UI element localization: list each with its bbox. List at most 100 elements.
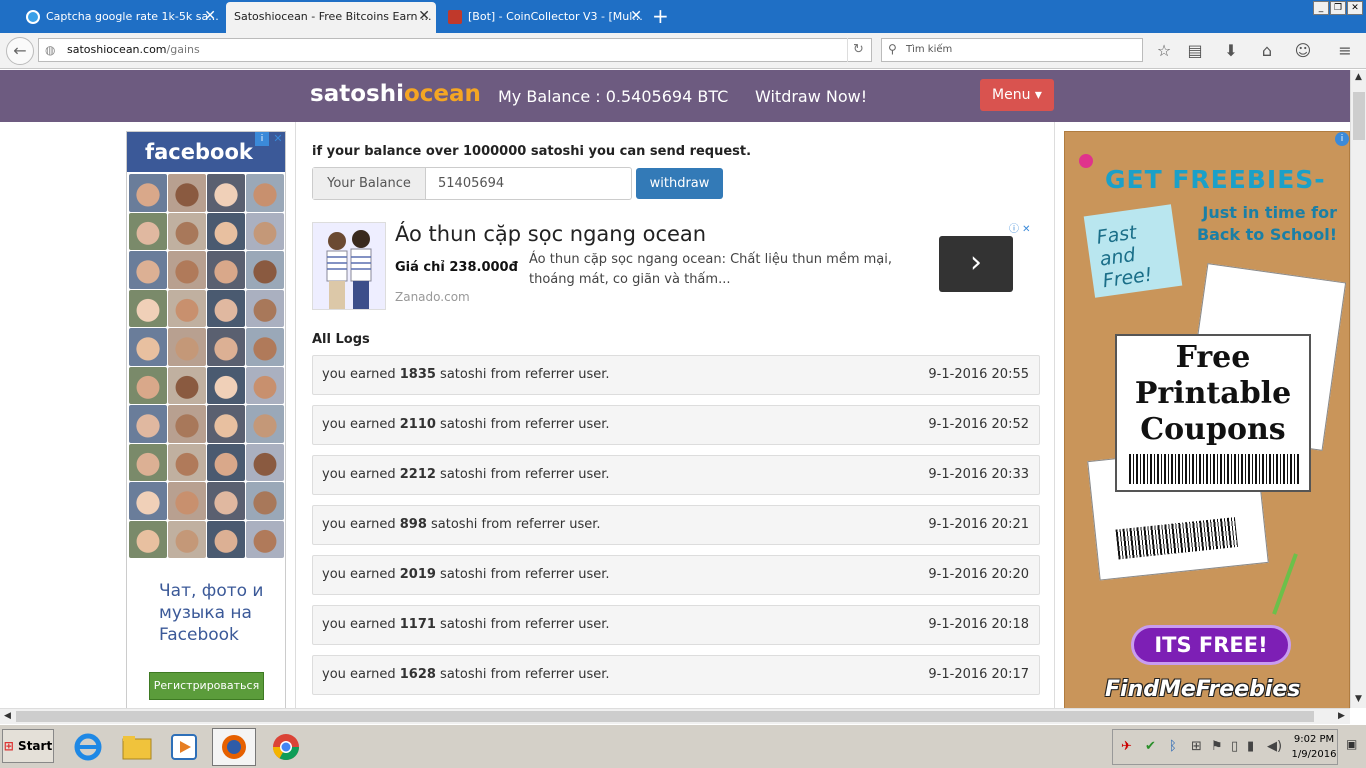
earned-amount: 898 [399,517,427,532]
profile-photo [168,328,206,366]
profile-photo [168,405,206,443]
download-icon[interactable]: ⬇ [1220,40,1242,62]
ad-info-icon[interactable]: i [1335,132,1349,146]
network-icon[interactable]: ⊞ [1191,739,1202,754]
chat-icon[interactable]: ☺ [1292,40,1314,62]
log-time: 9-1-2016 20:33 [928,467,1029,482]
profile-photo [168,251,206,289]
device-icon[interactable]: ▯ [1231,739,1238,754]
profile-photo [207,251,245,289]
profile-photo [207,482,245,520]
profile-photo [246,482,284,520]
restore-icon[interactable]: ❐ [1330,1,1346,15]
skype-icon [26,10,40,24]
file-explorer-icon[interactable] [115,728,159,766]
new-tab-icon[interactable]: + [652,4,669,28]
vertical-scroll-thumb[interactable] [1353,92,1365,140]
profile-photo [168,174,206,212]
ad-subline: Just in time for Back to School! [1196,203,1337,244]
minimize-icon[interactable]: _ [1313,1,1329,15]
log-row: you earned 2110 satoshi from referrer us… [312,405,1040,445]
ad-price: Giá chỉ 238.000đ [395,260,518,275]
log-row: you earned 1628 satoshi from referrer us… [312,655,1040,695]
profile-photo [246,405,284,443]
product-ad-banner[interactable]: Áo thun cặp sọc ngang ocean Giá chỉ 238.… [312,220,1040,312]
horizontal-scroll-thumb[interactable] [16,711,1314,722]
withdraw-now-link[interactable]: Witdraw Now! [755,87,867,106]
profile-photo [168,212,206,250]
back-icon[interactable]: ← [6,37,34,65]
profile-photo [207,328,245,366]
horizontal-scrollbar[interactable]: ◀ ▶ [0,708,1350,724]
close-tab-icon[interactable]: ✕ [630,3,642,30]
pencil-icon [1272,553,1298,615]
freebies-ad[interactable]: i GET FREEBIES- Just in time for Back to… [1064,131,1350,708]
adchoices-icon[interactable]: ⓘ ✕ [1009,220,1037,235]
check-icon[interactable]: ✔ [1145,739,1156,754]
log-time: 9-1-2016 20:17 [928,667,1029,682]
close-tab-icon[interactable]: ✕ [204,3,216,30]
bookmark-star-icon[interactable]: ☆ [1153,40,1175,62]
tab-captcha[interactable]: Captcha google rate 1k-5k sa... ✕ [18,3,222,30]
site-logo[interactable]: satoshiocean [310,81,481,107]
profile-photo [246,251,284,289]
tab-coincollector[interactable]: [Bot] - CoinCollector V3 - [Mul... ✕ [440,3,648,30]
volume-icon[interactable]: ◀) [1267,739,1282,754]
profile-photo [129,174,167,212]
windows-logo-icon: ⊞ [3,739,14,753]
web-page: satoshiocean My Balance : 0.5405694 BTC … [0,70,1350,708]
vertical-scrollbar[interactable]: ▲ ▼ [1350,70,1366,708]
scroll-left-icon[interactable]: ◀ [4,711,11,721]
internet-explorer-icon[interactable] [66,728,110,766]
ad-arrow-button[interactable]: › [939,236,1013,292]
profile-photo [129,212,167,250]
ad-close-icon[interactable]: ✕ [271,132,285,146]
its-free-button[interactable]: ITS FREE! [1131,625,1291,665]
search-input[interactable]: ⚲ Tìm kiếm [881,38,1143,62]
address-bar[interactable]: ◍ satoshiocean.com/gains ↻ [38,38,872,62]
menu-button[interactable]: Menu ▾ [980,79,1054,111]
browser-tab-bar: Captcha google rate 1k-5k sa... ✕ Satosh… [0,0,1366,33]
profile-photo [207,366,245,404]
profile-photo [168,289,206,327]
flag-icon[interactable]: ⚑ [1211,739,1223,754]
pushpin-icon [1079,154,1093,168]
profile-photo [129,328,167,366]
log-message: you earned 2110 satoshi from referrer us… [322,417,610,432]
withdraw-button[interactable]: withdraw [636,168,723,199]
log-row: you earned 1171 satoshi from referrer us… [312,605,1040,645]
scroll-down-icon[interactable]: ▼ [1355,694,1362,704]
scroll-up-icon[interactable]: ▲ [1355,72,1362,82]
url-divider [847,38,848,62]
signal-icon[interactable]: ▮ [1247,739,1254,754]
firefox-icon[interactable] [212,728,256,766]
profile-photo [207,212,245,250]
show-desktop-icon[interactable]: ▣ [1346,737,1357,751]
bluetooth-icon[interactable]: ᛒ [1169,739,1177,754]
profile-photo [168,443,206,481]
home-icon[interactable]: ⌂ [1256,40,1278,62]
hamburger-menu-icon[interactable]: ≡ [1334,40,1356,62]
tab-satoshiocean[interactable]: Satoshiocean - Free Bitcoins Earn ... ✕ [226,2,436,33]
close-window-icon[interactable]: ✕ [1347,1,1363,15]
facebook-ad[interactable]: facebook i ✕ Чат, фото и музыка на Faceb… [126,131,286,708]
earned-amount: 1835 [399,367,436,382]
clock[interactable]: 9:02 PM 1/9/2016 [1286,732,1342,762]
profile-photo [207,520,245,558]
scroll-right-icon[interactable]: ▶ [1338,711,1345,721]
ad-info-icon[interactable]: i [255,132,269,146]
balance-field[interactable]: 51405694 [438,168,504,199]
reload-icon[interactable]: ↻ [853,42,864,57]
globe-icon: ◍ [45,43,56,57]
chrome-icon[interactable] [264,728,308,766]
my-balance: My Balance : 0.5405694 BTC [498,87,729,106]
ad-title: Áo thun cặp sọc ngang ocean [395,222,707,246]
profile-photo [129,289,167,327]
tray-app-icon[interactable]: ✈ [1121,739,1132,754]
sticky-note: Fast and Free! [1083,204,1183,298]
media-player-icon[interactable] [162,728,206,766]
start-button[interactable]: ⊞ Start [2,729,54,763]
register-button[interactable]: Регистрироваться [149,672,264,700]
reading-list-icon[interactable]: ▤ [1184,40,1206,62]
close-tab-icon[interactable]: ✕ [418,2,430,31]
